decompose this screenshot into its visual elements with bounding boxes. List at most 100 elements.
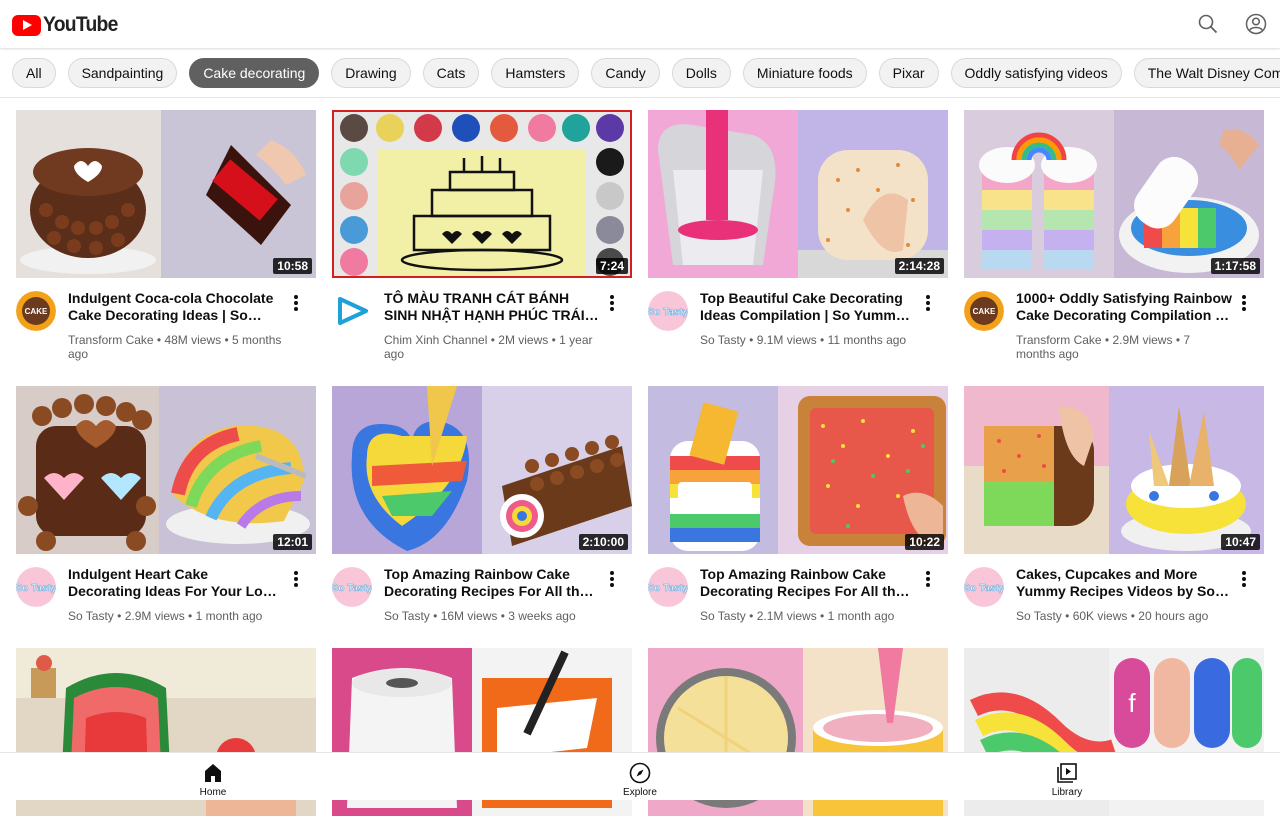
avatar-label: So Tasty	[16, 583, 56, 594]
channel-avatar[interactable]: CAKE	[964, 291, 1004, 331]
video-title[interactable]: Top Amazing Rainbow Cake Decorating Reci…	[700, 566, 916, 600]
youtube-play-icon	[12, 14, 41, 36]
filter-chip[interactable]: Dolls	[671, 58, 731, 88]
video-duration: 2:14:28	[894, 258, 944, 274]
nav-library-label: Library	[1051, 787, 1083, 798]
avatar-label: CAKE	[973, 307, 996, 316]
view-count: 2.9M views	[124, 609, 185, 623]
avatar-label: So Tasty	[648, 583, 688, 594]
upload-age: 1 month ago	[827, 609, 895, 623]
view-count: 9.1M views	[756, 333, 817, 347]
video-title[interactable]: Cakes, Cupcakes and More Yummy Recipes V…	[1016, 566, 1232, 600]
video-duration: 10:47	[1221, 534, 1260, 550]
channel-avatar[interactable]: So Tasty	[332, 567, 372, 607]
nav-library[interactable]: Library	[1027, 761, 1107, 798]
avatar-label: So Tasty	[648, 307, 688, 318]
more-options-icon[interactable]	[920, 570, 936, 590]
view-count: 2.9M views	[1112, 333, 1173, 347]
channel-name[interactable]: Transform Cake	[1016, 333, 1102, 347]
channel-avatar[interactable]: CAKE	[16, 291, 56, 331]
video-meta: Transform Cake • 48M views • 5 months ag…	[68, 333, 282, 361]
channel-avatar[interactable]: So Tasty	[964, 567, 1004, 607]
channel-name[interactable]: So Tasty	[68, 609, 114, 623]
youtube-logo[interactable]: YouTube	[12, 13, 124, 37]
filter-chip[interactable]: All	[12, 58, 56, 88]
nav-home[interactable]: Home	[173, 761, 253, 798]
video-thumbnail[interactable]: 10:22	[648, 386, 948, 554]
channel-avatar[interactable]: So Tasty	[648, 291, 688, 331]
video-duration: 7:24	[595, 258, 628, 274]
video-duration: 10:58	[273, 258, 312, 274]
channel-name[interactable]: Chim Xinh Channel	[384, 333, 487, 347]
video-thumbnail[interactable]: 12:01	[16, 386, 316, 554]
video-meta: So Tasty • 60K views • 20 hours ago	[1016, 609, 1209, 623]
bottom-navigation: Home Explore Library	[0, 752, 1280, 800]
upload-age: 20 hours ago	[1138, 609, 1209, 623]
filter-chip[interactable]: Oddly satisfying videos	[950, 58, 1122, 88]
nav-explore[interactable]: Explore	[600, 761, 680, 798]
nav-explore-label: Explore	[623, 787, 657, 798]
compass-icon	[629, 762, 651, 784]
video-thumbnail[interactable]: 7:24	[332, 110, 632, 278]
svg-text:f: f	[1128, 688, 1136, 718]
filter-chip[interactable]: The Walt Disney Company	[1133, 58, 1280, 88]
upload-age: 3 weeks ago	[508, 609, 576, 623]
filter-chip[interactable]: Candy	[591, 58, 660, 88]
video-title[interactable]: Indulgent Heart Cake Decorating Ideas Fo…	[68, 566, 284, 600]
video-meta: So Tasty • 16M views • 3 weeks ago	[384, 609, 576, 623]
video-thumbnail[interactable]: 2:10:00	[332, 386, 632, 554]
video-title[interactable]: Top Amazing Rainbow Cake Decorating Reci…	[384, 566, 600, 600]
account-icon[interactable]	[1244, 12, 1268, 36]
view-count: 2M views	[498, 333, 549, 347]
video-duration: 12:01	[273, 534, 312, 550]
channel-avatar[interactable]: So Tasty	[16, 567, 56, 607]
channel-name[interactable]: So Tasty	[1016, 609, 1062, 623]
channel-avatar[interactable]: So Tasty	[648, 567, 688, 607]
view-count: 2.1M views	[756, 609, 817, 623]
video-title[interactable]: Top Beautiful Cake Decorating Ideas Comp…	[700, 290, 916, 324]
video-thumbnail[interactable]: 2:14:28	[648, 110, 948, 278]
filter-chip[interactable]: Drawing	[331, 58, 411, 88]
top-app-bar: YouTube	[0, 0, 1280, 48]
more-options-icon[interactable]	[604, 294, 620, 314]
video-title[interactable]: Indulgent Coca-cola Chocolate Cake Decor…	[68, 290, 284, 324]
more-options-icon[interactable]	[288, 570, 304, 590]
filter-chip[interactable]: Cats	[422, 58, 480, 88]
chip-bar: All Sandpainting Cake decorating Drawing Cat…	[0, 48, 1280, 98]
video-meta: So Tasty • 9.1M views • 11 months ago	[700, 333, 907, 347]
filter-chip[interactable]: Cake decorating	[189, 58, 320, 88]
video-title[interactable]: TÔ MÀU TRANH CÁT BÁNH SINH NHẬT HẠNH PHÚ…	[384, 290, 600, 324]
video-meta: Chim Xinh Channel • 2M views • 1 year ag…	[384, 333, 593, 361]
channel-name[interactable]: So Tasty	[700, 609, 746, 623]
more-options-icon[interactable]	[1236, 570, 1252, 590]
video-thumbnail[interactable]: 1:17:58	[964, 110, 1264, 278]
channel-avatar[interactable]	[332, 291, 372, 331]
channel-name[interactable]: So Tasty	[700, 333, 746, 347]
more-options-icon[interactable]	[920, 294, 936, 314]
video-duration: 2:10:00	[578, 534, 628, 550]
upload-age: 11 months ago	[827, 333, 907, 347]
search-icon[interactable]	[1196, 12, 1220, 36]
more-options-icon[interactable]	[1236, 294, 1252, 314]
video-duration: 10:22	[905, 534, 944, 550]
avatar-label: So Tasty	[964, 583, 1004, 594]
filter-chip[interactable]: Sandpainting	[67, 58, 178, 88]
more-options-icon[interactable]	[288, 294, 304, 314]
video-duration: 1:17:58	[1210, 258, 1260, 274]
channel-name[interactable]: So Tasty	[384, 609, 430, 623]
library-icon	[1057, 763, 1077, 783]
video-meta: So Tasty • 2.9M views • 1 month ago	[68, 609, 263, 623]
video-thumbnail[interactable]: 10:47	[964, 386, 1264, 554]
filter-chip[interactable]: Pixar	[878, 58, 939, 88]
view-count: 48M views	[164, 333, 222, 347]
nav-home-label: Home	[199, 787, 227, 798]
video-meta: So Tasty • 2.1M views • 1 month ago	[700, 609, 895, 623]
avatar-label: CAKE	[25, 307, 48, 316]
video-thumbnail[interactable]: 10:58	[16, 110, 316, 278]
filter-chip[interactable]: Miniature foods	[742, 58, 867, 88]
video-title[interactable]: 1000+ Oddly Satisfying Rainbow Cake Deco…	[1016, 290, 1232, 324]
filter-chip[interactable]: Hamsters	[491, 58, 580, 88]
view-count: 60K views	[1072, 609, 1128, 623]
more-options-icon[interactable]	[604, 570, 620, 590]
channel-name[interactable]: Transform Cake	[68, 333, 154, 347]
